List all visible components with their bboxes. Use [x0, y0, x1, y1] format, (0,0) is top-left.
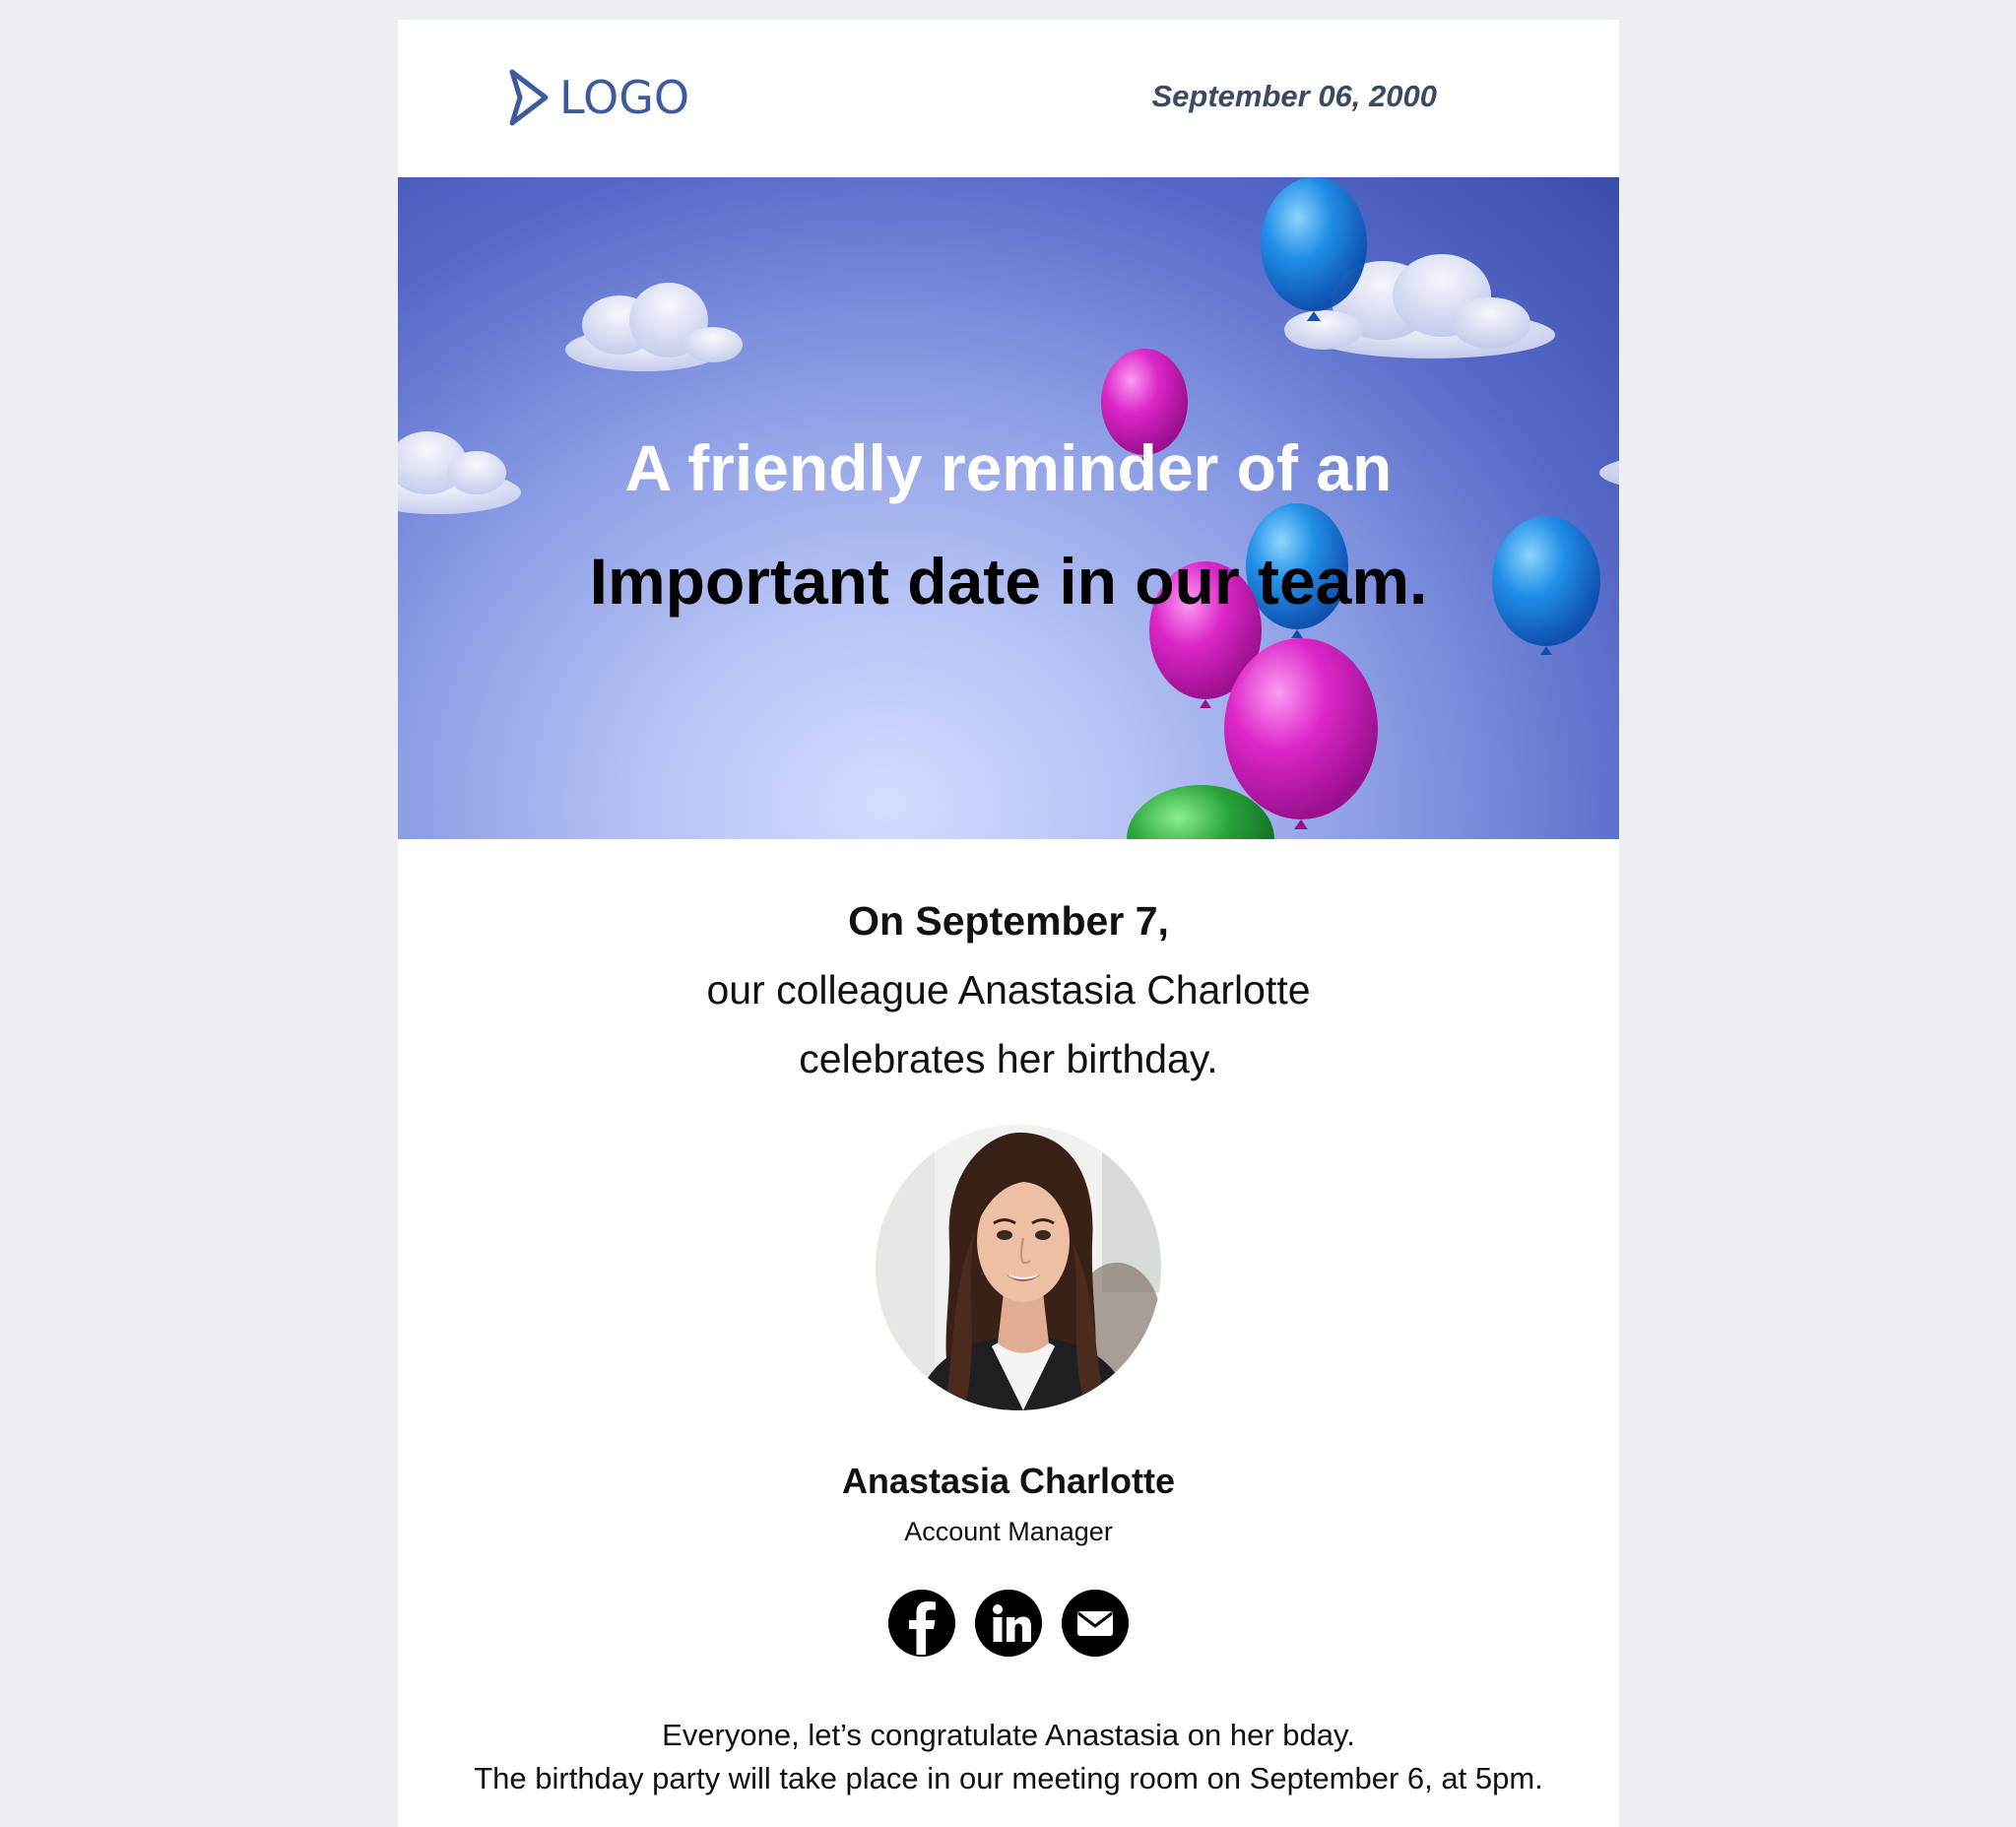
- logo[interactable]: LOGO: [506, 69, 689, 126]
- facebook-icon: [909, 1601, 936, 1655]
- linkedin-button[interactable]: [975, 1590, 1042, 1657]
- announcement-date: On September 7,: [848, 898, 1169, 944]
- logo-chevron-icon: [509, 69, 549, 126]
- footer-line-2: The birthday party will take place in ou…: [474, 1761, 1543, 1795]
- logo-text: LOGO: [559, 71, 690, 124]
- footer-line-1: Everyone, let’s congratulate Anastasia o…: [662, 1718, 1355, 1752]
- balloons-illustration: [398, 177, 1619, 839]
- announcement-line-3: celebrates her birthday.: [799, 1036, 1218, 1081]
- person-name: Anastasia Charlotte: [841, 1461, 1176, 1501]
- email-button[interactable]: [1062, 1590, 1129, 1657]
- announcement: On September 7, our colleague Anastasia …: [398, 886, 1619, 1093]
- profile-photo: [876, 1125, 1161, 1410]
- email-card: LOGO September 06, 2000 A friendly remin…: [398, 20, 1619, 1827]
- email-header: LOGO September 06, 2000: [398, 20, 1619, 177]
- hero-headline-line1: A friendly reminder of an: [624, 431, 1393, 504]
- header-date: September 06, 2000: [1151, 79, 1437, 113]
- avatar: [876, 1125, 1161, 1410]
- hero-banner: A friendly reminder of an Important date…: [398, 177, 1619, 839]
- email-icon: [1077, 1611, 1113, 1636]
- announcement-line-2: our colleague Anastasia Charlotte: [706, 967, 1311, 1012]
- person-title: Account Manager: [904, 1517, 1113, 1546]
- linkedin-icon: [993, 1604, 1031, 1642]
- cloud: [565, 283, 743, 371]
- facebook-button[interactable]: [888, 1590, 955, 1657]
- footer-message: Everyone, let’s congratulate Anastasia o…: [398, 1714, 1619, 1800]
- hero-headline-line2: Important date in our team.: [589, 545, 1428, 618]
- social-links: [398, 1590, 1619, 1657]
